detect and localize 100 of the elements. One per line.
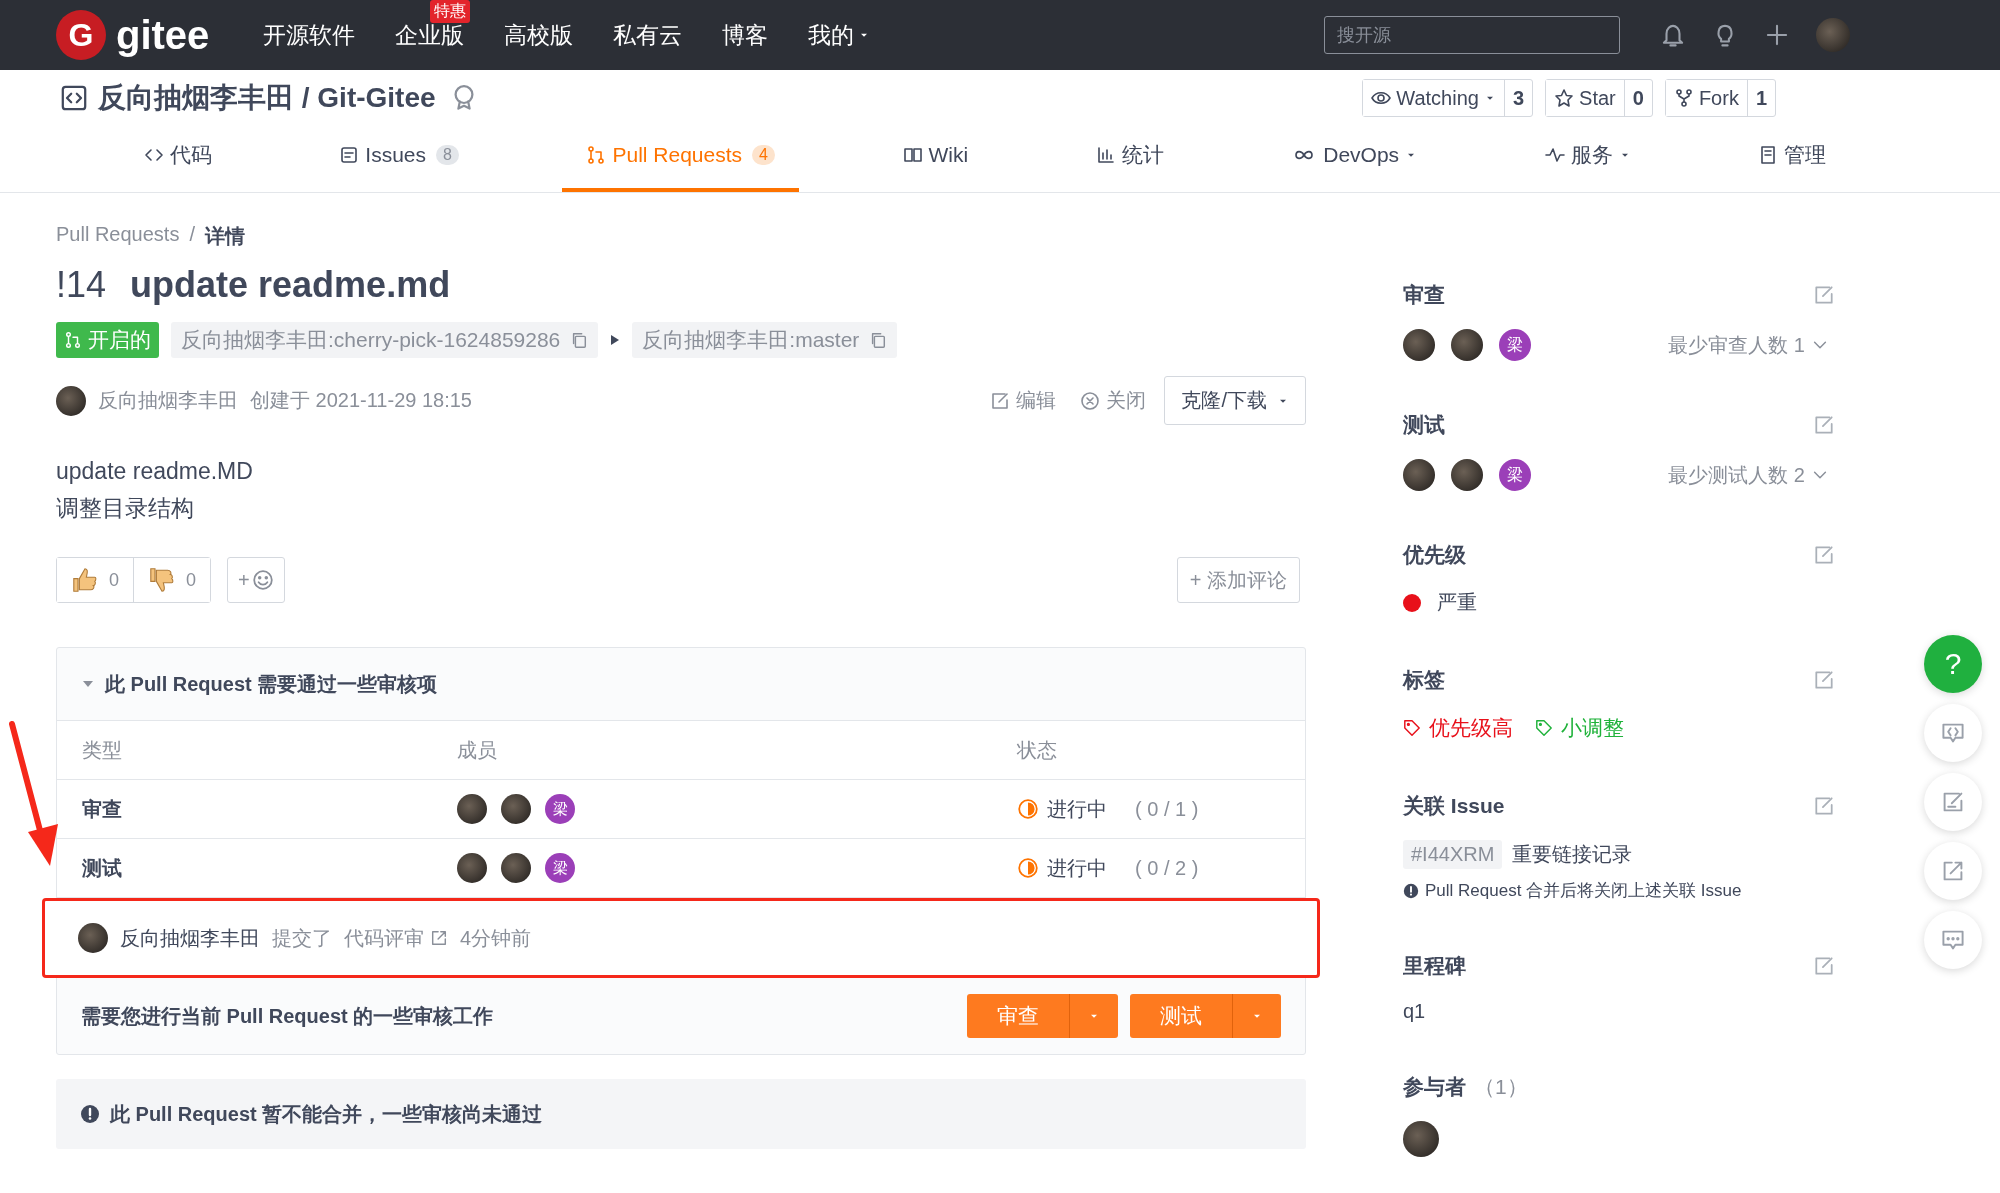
code-comment-icon bbox=[1941, 721, 1965, 745]
created-time: 创建于 2021-11-29 18:15 bbox=[250, 388, 472, 413]
description-line: 调整目录结构 bbox=[56, 494, 195, 523]
status-text: 进行中 bbox=[1047, 796, 1107, 822]
repo-tab[interactable]: 代码 bbox=[119, 122, 236, 192]
activity-action: 提交了 bbox=[272, 925, 332, 951]
bell-icon bbox=[1660, 22, 1686, 48]
progress-count: ( 0 / 2 ) bbox=[1135, 856, 1199, 880]
footer-text: 需要您进行当前 Pull Request 的一些审核工作 bbox=[81, 1003, 494, 1029]
bar-chart-icon bbox=[1095, 145, 1116, 165]
repo-action-button[interactable]: Fork bbox=[1665, 80, 1748, 116]
section-title: 优先级 bbox=[1403, 542, 1466, 568]
edit-note-button[interactable] bbox=[1924, 773, 1982, 831]
column-header: 成员 bbox=[457, 737, 498, 763]
table-cell-text: 测试 bbox=[82, 855, 123, 881]
edit-icon bbox=[1813, 284, 1835, 306]
clone-download-button[interactable]: 克隆/下载 bbox=[1164, 376, 1306, 425]
copy-icon bbox=[869, 331, 888, 349]
avatar-initial: 梁 bbox=[545, 794, 575, 824]
chat-icon bbox=[1941, 928, 1965, 952]
code-box-icon bbox=[60, 84, 88, 112]
section-title: 标签 bbox=[1403, 667, 1445, 693]
share-button[interactable] bbox=[1924, 842, 1982, 900]
edit-icon bbox=[1941, 790, 1965, 814]
progress-icon bbox=[1017, 798, 1039, 820]
pull-request-icon bbox=[586, 145, 607, 165]
avatar-photo bbox=[1403, 329, 1435, 361]
participant-count: （1） bbox=[1474, 1075, 1528, 1098]
progress-icon bbox=[1017, 857, 1039, 879]
edit-icon bbox=[1813, 414, 1835, 436]
share-icon bbox=[1941, 859, 1965, 883]
avatar-photo bbox=[56, 385, 86, 416]
repo-title[interactable]: 反向抽烟李丰田 / Git-Gitee bbox=[98, 79, 436, 117]
repo-tab[interactable]: 管理 bbox=[1734, 122, 1851, 192]
nav-link[interactable]: 私有云 bbox=[613, 19, 683, 51]
description-line: update readme.MD bbox=[56, 457, 254, 486]
nav-link[interactable]: 高校版 bbox=[504, 19, 574, 51]
pr-title: update readme.md bbox=[130, 264, 451, 306]
comment-button[interactable] bbox=[1924, 911, 1982, 969]
pr-number: !14 bbox=[56, 264, 107, 306]
user-avatar[interactable] bbox=[1816, 18, 1850, 52]
close-icon bbox=[1080, 390, 1101, 411]
edit-icon bbox=[1813, 955, 1835, 977]
avatar-photo bbox=[1451, 329, 1483, 361]
breadcrumb-separator: / bbox=[189, 223, 195, 247]
avatar-photo bbox=[457, 794, 487, 824]
logo-text[interactable]: gitee bbox=[116, 12, 210, 58]
pull-request-icon bbox=[64, 331, 82, 349]
panel-title: 此 Pull Request 需要通过一些审核项 bbox=[105, 671, 438, 697]
edit-icon bbox=[1813, 795, 1835, 817]
column-header: 类型 bbox=[82, 737, 123, 763]
repo-action-button[interactable]: Star bbox=[1546, 80, 1625, 116]
avatar-initial: 梁 bbox=[545, 853, 575, 883]
tab-count: 8 bbox=[436, 145, 459, 165]
progress-count: ( 0 / 1 ) bbox=[1135, 797, 1199, 821]
repo-tab[interactable]: Issues 8 bbox=[315, 122, 483, 192]
avatar-photo bbox=[501, 794, 531, 824]
edit-icon bbox=[1813, 669, 1835, 691]
tab-count: 4 bbox=[752, 145, 775, 165]
avatar-initial: 梁 bbox=[1499, 329, 1531, 361]
breadcrumb-current: 详情 bbox=[204, 224, 245, 249]
tag-icon bbox=[1535, 719, 1553, 737]
repo-tab[interactable]: DevOps bbox=[1267, 122, 1442, 192]
nav-link[interactable]: 开源软件 bbox=[263, 19, 356, 51]
edit-icon bbox=[1813, 544, 1835, 566]
repo-action-button[interactable]: Watching bbox=[1363, 80, 1505, 116]
avatar-photo bbox=[78, 923, 108, 953]
smiley-icon bbox=[251, 569, 274, 591]
repo-tab[interactable]: Wiki bbox=[878, 122, 993, 192]
repo-action-count: 3 bbox=[1511, 85, 1526, 111]
activity-user[interactable]: 反向抽烟李丰田 bbox=[120, 924, 260, 952]
section-title: 测试 bbox=[1403, 412, 1445, 438]
label-tag[interactable]: 优先级高 bbox=[1403, 714, 1513, 742]
repo-action-count: 1 bbox=[1754, 85, 1768, 111]
section-title: 关联 Issue bbox=[1403, 793, 1505, 819]
logo-mark[interactable]: G bbox=[56, 10, 106, 60]
status-badge: 开启的 bbox=[56, 322, 159, 358]
issue-board-icon bbox=[339, 145, 360, 165]
issue-title[interactable]: 重要链接记录 bbox=[1512, 841, 1633, 868]
search-field[interactable]: 搜开源 bbox=[1324, 16, 1620, 54]
repo-tab[interactable]: 统计 bbox=[1071, 122, 1188, 192]
repo-tab[interactable]: 服务 bbox=[1520, 122, 1655, 192]
code-snippet-button[interactable] bbox=[1924, 704, 1982, 762]
milestone-value[interactable]: q1 bbox=[1403, 1000, 1426, 1023]
section-title: 里程碑 bbox=[1403, 953, 1466, 979]
section-title: 参与者 （1） bbox=[1403, 1074, 1528, 1100]
section-title: 审查 bbox=[1403, 282, 1445, 308]
priority-label: 严重 bbox=[1437, 590, 1477, 615]
column-header: 状态 bbox=[1017, 737, 1058, 763]
promo-badge: 特惠 bbox=[430, 0, 471, 23]
avatar-photo bbox=[1403, 1121, 1439, 1157]
status-text: 进行中 bbox=[1047, 855, 1107, 881]
fork-icon bbox=[1673, 88, 1694, 108]
avatar-initial: 梁 bbox=[1499, 459, 1531, 491]
avatar-photo bbox=[1451, 459, 1483, 491]
nav-link[interactable]: 博客 bbox=[722, 19, 769, 51]
merge-notice-text: 此 Pull Request 暂不能合并，一些审核尚未通过 bbox=[110, 1101, 543, 1127]
nav-link[interactable]: 我的 bbox=[808, 19, 871, 51]
avatar-photo bbox=[457, 853, 487, 883]
external-link-icon bbox=[430, 929, 448, 947]
